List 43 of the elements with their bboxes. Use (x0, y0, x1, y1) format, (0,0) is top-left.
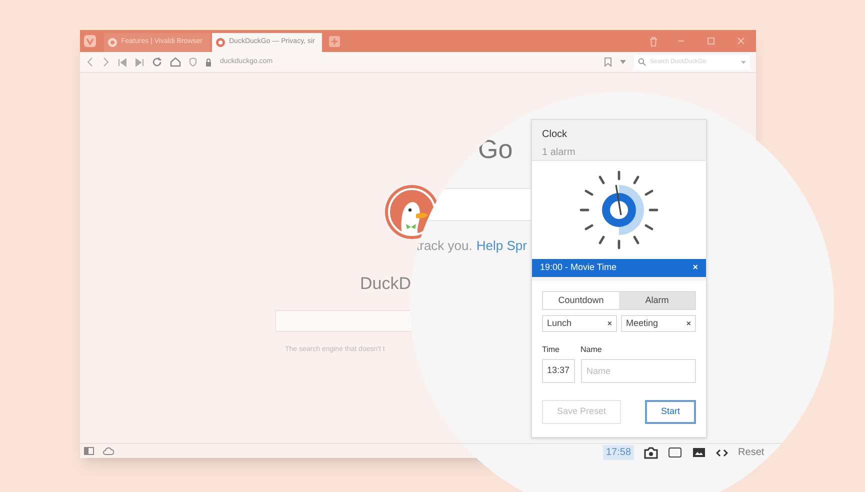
new-tab-icon[interactable] (329, 36, 340, 46)
preset-chip[interactable]: Meeting × (621, 315, 696, 332)
popup-subtitle: 1 alarm (542, 146, 576, 160)
cloud-icon[interactable] (103, 447, 114, 455)
remove-preset-button[interactable]: × (686, 318, 691, 330)
reload-icon[interactable] (152, 57, 162, 67)
field-label: Time (542, 344, 560, 356)
bookmark-icon[interactable] (604, 57, 612, 67)
browser-logo-icon[interactable] (84, 35, 96, 47)
remove-alarm-button[interactable]: × (692, 261, 698, 275)
close-icon[interactable] (736, 36, 746, 46)
remove-preset-button[interactable]: × (607, 318, 612, 330)
field-label: Name (580, 344, 603, 356)
panel-toggle-icon[interactable] (84, 447, 94, 455)
code-icon[interactable] (716, 448, 728, 458)
mode-tab[interactable]: Alarm (619, 292, 695, 309)
name-field[interactable]: Name (580, 359, 696, 383)
search-icon (638, 58, 646, 66)
help-link[interactable]: Help Spr (476, 236, 527, 256)
image-icon[interactable] (692, 447, 706, 458)
camera-icon[interactable] (644, 446, 658, 458)
forward-icon[interactable] (102, 57, 110, 67)
tab-favicon-icon (108, 38, 117, 47)
window-icon[interactable] (668, 447, 682, 458)
lock-icon (205, 58, 212, 66)
alarm-bar[interactable]: 19:00 - Movie Time × (532, 259, 706, 277)
dropdown-caret-icon[interactable] (620, 60, 626, 64)
duck-favicon-icon (216, 38, 225, 47)
time-field[interactable]: 13:37 (542, 359, 575, 383)
start-button[interactable]: Start (644, 400, 696, 424)
maximize-icon[interactable] (706, 36, 716, 46)
preset-chip[interactable]: Lunch × (542, 315, 617, 332)
trash-icon[interactable] (649, 36, 658, 46)
caret-icon (741, 60, 746, 64)
home-icon[interactable] (170, 57, 181, 67)
shield-icon[interactable] (189, 57, 197, 67)
popup-title: Clock (542, 128, 568, 142)
back-icon[interactable] (86, 57, 94, 67)
fast-forward-icon[interactable] (135, 58, 144, 66)
rewind-icon[interactable] (118, 58, 127, 66)
reset-button[interactable]: Reset (738, 445, 764, 460)
logo-text: DuckD (360, 273, 412, 295)
clock-status-button[interactable]: 17:58 (603, 445, 634, 460)
